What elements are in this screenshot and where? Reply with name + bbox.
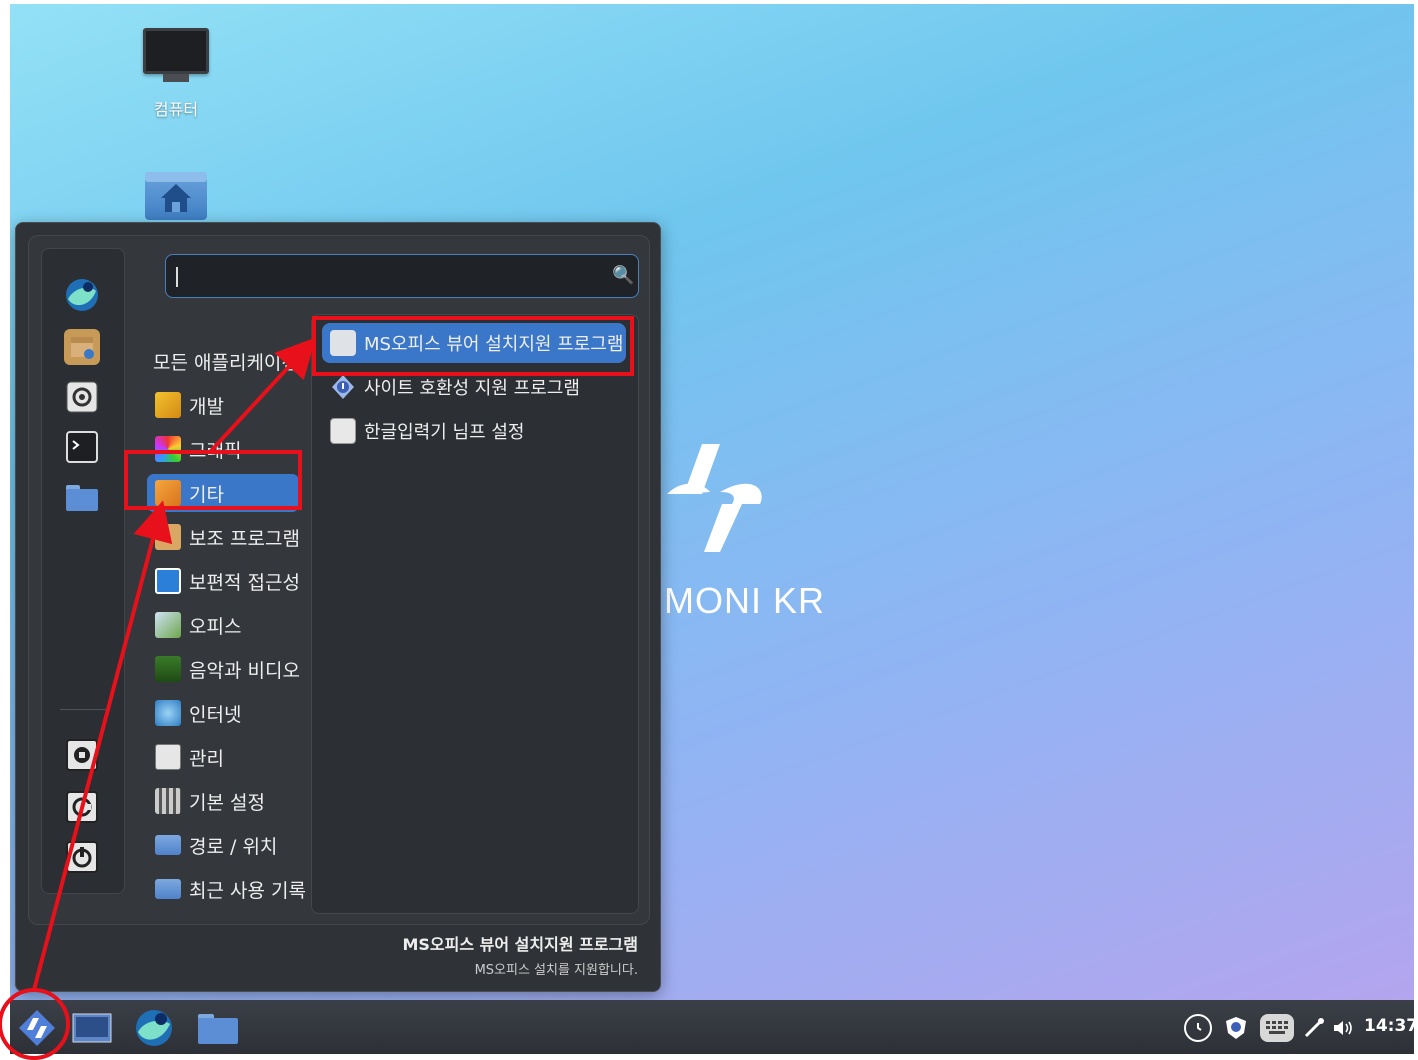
- category-recent[interactable]: 최근 사용 기록: [147, 870, 306, 908]
- applications-list: MS오피스 뷰어 설치지원 프로그램 사이트 호환성 지원 프로그램 한글입력기…: [311, 314, 639, 914]
- category-accessories[interactable]: 보조 프로그램: [147, 518, 300, 556]
- app-label: MS오피스 뷰어 설치지원 프로그램: [364, 334, 624, 355]
- hamonikr-logo-icon: [667, 444, 762, 552]
- app-site-compatibility[interactable]: 사이트 호환성 지원 프로그램: [322, 367, 626, 407]
- category-label: 오피스: [189, 615, 242, 638]
- nimf-settings-icon: [330, 418, 356, 444]
- category-preferences[interactable]: 기본 설정: [147, 782, 299, 820]
- app-nimf-settings[interactable]: 한글입력기 님프 설정: [322, 411, 626, 451]
- category-label: 관리: [189, 747, 224, 770]
- category-accessibility[interactable]: 보편적 접근성: [147, 562, 300, 600]
- multimedia-icon: [155, 656, 181, 682]
- hamonikr-browser-icon: [136, 1010, 172, 1046]
- system-settings-icon[interactable]: [64, 379, 100, 415]
- desktop: 컴퓨터 MONI KR 🔍 모든 애플리케이션 개발 그래픽 기타 보조 프로그…: [10, 4, 1414, 1054]
- category-label: 개발: [189, 395, 224, 418]
- hamonikr-browser-icon[interactable]: [64, 277, 100, 313]
- taskbar: 14:37: [10, 1000, 1414, 1054]
- monitor-icon: [143, 28, 209, 74]
- category-other[interactable]: 기타: [147, 474, 299, 512]
- category-label: 모든 애플리케이션: [153, 351, 299, 374]
- accessories-icon: [155, 524, 181, 550]
- folder-icon[interactable]: [64, 479, 100, 515]
- favorites-bar: [41, 248, 125, 894]
- search-box[interactable]: 🔍: [165, 254, 639, 298]
- file-manager-launcher[interactable]: [196, 1008, 240, 1048]
- show-desktop-button[interactable]: [70, 1008, 114, 1048]
- desktop-icon-home[interactable]: [126, 172, 226, 220]
- ms-office-viewer-icon: [330, 330, 356, 356]
- development-icon: [155, 392, 181, 418]
- category-label: 보조 프로그램: [189, 527, 300, 550]
- places-icon: [155, 835, 181, 855]
- terminal-icon[interactable]: [64, 429, 100, 465]
- hamonikr-wallpaper-logo: MONI KR: [662, 434, 824, 621]
- category-all-applications[interactable]: 모든 애플리케이션: [147, 342, 299, 380]
- network-icon[interactable]: [1300, 1014, 1328, 1042]
- lock-screen-icon[interactable]: [64, 737, 100, 773]
- package-installer-icon[interactable]: [64, 329, 100, 365]
- hamonikr-menu-icon: [19, 1010, 55, 1046]
- category-label: 기본 설정: [189, 791, 265, 814]
- menu-body: 🔍 모든 애플리케이션 개발 그래픽 기타 보조 프로그램 보편적 접근성 오피…: [28, 235, 650, 925]
- category-multimedia[interactable]: 음악과 비디오: [147, 650, 300, 688]
- graphics-icon: [155, 436, 181, 462]
- app-ms-office-viewer[interactable]: MS오피스 뷰어 설치지원 프로그램: [322, 323, 626, 363]
- category-internet[interactable]: 인터넷: [147, 694, 299, 732]
- category-label: 보편적 접근성: [189, 571, 300, 594]
- power-icon[interactable]: [64, 839, 100, 875]
- monitor-stand: [163, 74, 189, 82]
- folder-icon: [198, 1014, 238, 1044]
- internet-icon: [155, 700, 181, 726]
- administration-icon: [155, 744, 181, 770]
- desktop-icon-label: 컴퓨터: [153, 100, 199, 119]
- accessibility-icon: [155, 568, 181, 594]
- shield-icon[interactable]: [1222, 1014, 1250, 1042]
- favorites-separator: [60, 709, 108, 710]
- logout-icon[interactable]: [64, 789, 100, 825]
- clock-icon[interactable]: [1184, 1014, 1212, 1042]
- category-label: 음악과 비디오: [189, 659, 300, 682]
- category-label: 경로 / 위치: [189, 835, 278, 858]
- category-administration[interactable]: 관리: [147, 738, 299, 776]
- browser-launcher[interactable]: [132, 1008, 176, 1048]
- category-graphics[interactable]: 그래픽: [147, 430, 299, 468]
- other-icon: [155, 480, 181, 506]
- keyboard-icon[interactable]: [1260, 1014, 1294, 1042]
- category-label: 그래픽: [189, 439, 242, 462]
- site-compat-shield-icon: [330, 374, 356, 400]
- logo-text: MONI KR: [664, 580, 826, 621]
- app-label: 한글입력기 님프 설정: [364, 422, 525, 443]
- selected-app-title: MS오피스 뷰어 설치지원 프로그램: [402, 935, 638, 954]
- category-development[interactable]: 개발: [147, 386, 299, 424]
- home-folder-icon: [145, 172, 207, 220]
- volume-icon[interactable]: [1330, 1014, 1358, 1042]
- show-desktop-icon: [72, 1013, 112, 1043]
- menu-button[interactable]: [14, 1008, 60, 1048]
- selected-app-description: MS오피스 설치를 지원합니다.: [474, 963, 638, 978]
- recent-icon: [155, 879, 181, 899]
- search-icon[interactable]: 🔍: [612, 265, 634, 286]
- category-office[interactable]: 오피스: [147, 606, 299, 644]
- application-menu: 🔍 모든 애플리케이션 개발 그래픽 기타 보조 프로그램 보편적 접근성 오피…: [15, 222, 661, 992]
- desktop-icon-computer[interactable]: 컴퓨터: [126, 28, 226, 120]
- category-label: 최근 사용 기록: [189, 879, 306, 902]
- category-label: 인터넷: [189, 703, 242, 726]
- category-places[interactable]: 경로 / 위치: [147, 826, 299, 864]
- app-label: 사이트 호환성 지원 프로그램: [364, 378, 580, 399]
- taskbar-clock[interactable]: 14:37: [1364, 1016, 1414, 1036]
- search-input[interactable]: [174, 261, 604, 291]
- preferences-icon: [155, 788, 181, 814]
- category-label: 기타: [189, 483, 224, 506]
- office-icon: [155, 612, 181, 638]
